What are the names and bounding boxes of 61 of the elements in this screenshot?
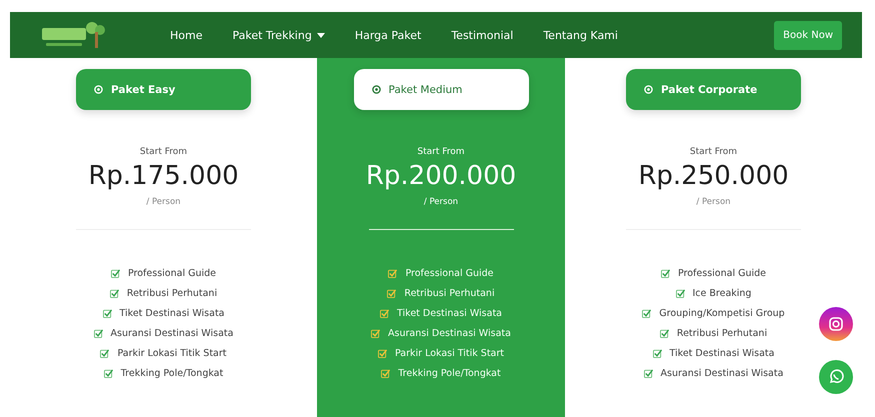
check-icon [100,349,110,358]
feature-text: Retribusi Perhutani [126,288,218,299]
feature-text: Trekking Pole/Tongkat [120,368,224,379]
check-icon [110,289,119,298]
check-icon [660,329,669,338]
start-label: Start From [140,147,188,157]
target-icon [644,85,653,94]
feature-text: Grouping/Kompetisi Group [659,308,785,319]
check-icon [660,269,670,278]
plan-button[interactable]: Paket Easy [76,69,251,110]
feature-text: Parkir Lokasi Titik Start [117,348,227,359]
check-icon [371,329,380,338]
feature-text: Retribusi Perhutani [676,328,768,339]
nav-link[interactable]: Testimonial [451,28,514,42]
plan-button[interactable]: Paket Medium [354,69,528,110]
nav-link[interactable]: Harga Paket [354,28,422,42]
check-icon [94,329,103,338]
check-icon [381,369,390,378]
instagram-button[interactable] [819,307,853,341]
feature-text: Tiket Destinasi Wisata [670,348,774,359]
feature-text: Retribusi Perhutani [404,288,495,299]
feature-text: Professional Guide [405,268,494,279]
check-icon [378,349,387,358]
nav-link[interactable]: Paket Trekking [232,28,325,42]
caret-icon [316,32,325,38]
instagram-icon [828,316,844,332]
feature-text: Trekking Pole/Tongkat [398,368,501,379]
check-icon [387,289,396,298]
start-label: Start From [417,147,465,157]
feature-text: Parkir Lokasi Titik Start [394,348,504,359]
plan-button[interactable]: Paket Corporate [626,69,801,110]
check-icon [104,369,113,378]
unit-label: / Person [696,197,731,207]
check-icon [110,269,120,278]
nav-link[interactable]: Home [170,28,202,42]
whatsapp-button[interactable] [819,360,853,394]
feature-text: Professional Guide [128,268,216,279]
check-icon [642,309,652,318]
price: Rp.250.000 [638,161,789,191]
check-icon [676,289,684,298]
check-icon [652,349,662,358]
feature-text: Asuransi Destinasi Wisata [110,328,234,339]
check-icon [102,309,112,318]
feature-text: Asuransi Destinasi Wisata [660,368,784,379]
feature-text: Professional Guide [678,268,766,279]
feature-text: Ice Breaking [692,288,752,299]
check-icon [644,369,653,378]
price: Rp.175.000 [88,161,239,191]
target-icon [372,85,380,94]
unit-label: / Person [424,197,458,207]
feature-text: Asuransi Destinasi Wisata [388,328,511,339]
whatsapp-icon [828,369,844,385]
start-label: Start From [690,147,738,157]
unit-label: / Person [146,197,181,207]
feature-text: Tiket Destinasi Wisata [120,308,224,319]
check-icon [388,269,398,278]
price: Rp.200.000 [366,161,516,191]
target-icon [94,85,103,94]
feature-text: Tiket Destinasi Wisata [397,308,502,319]
nav-link[interactable]: Tentang Kami [543,28,618,42]
check-icon [380,309,390,318]
